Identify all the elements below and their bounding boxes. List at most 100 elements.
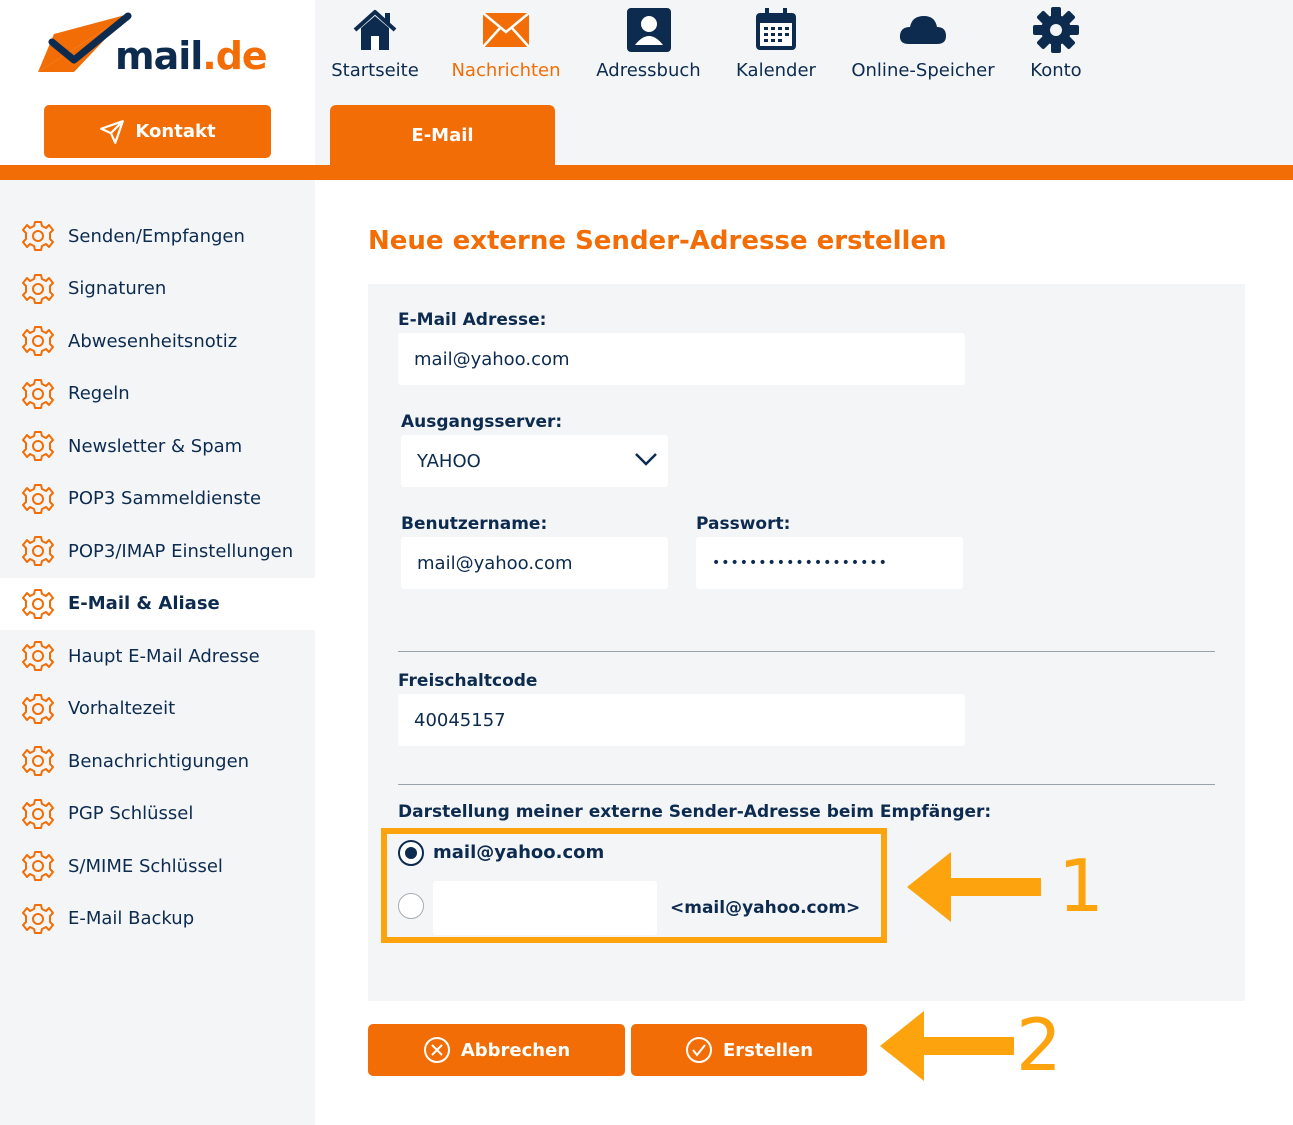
sidebar-item-label: E-Mail Backup — [68, 908, 195, 929]
nav-label: Kalender — [736, 60, 816, 81]
gear-icon — [22, 693, 54, 724]
nav-startseite[interactable]: Startseite — [331, 4, 419, 81]
contact-card-icon — [626, 8, 671, 52]
gear-icon — [22, 221, 54, 251]
cancel-button-label: Abbrechen — [460, 1039, 571, 1061]
nav-kalender[interactable]: Kalender — [735, 4, 817, 81]
tab-email-label: E-Mail — [411, 124, 474, 146]
sidebar-item-label: Regeln — [68, 383, 130, 404]
gear-icon — [22, 378, 54, 409]
nav-adressbuch[interactable]: Adressbuch — [594, 4, 703, 81]
sidebar-item-e-mail-backup[interactable]: E-Mail Backup — [0, 893, 315, 945]
logo-name: mail — [115, 34, 203, 78]
annotation-arrow-1 — [907, 852, 1041, 922]
tab-email[interactable]: E-Mail — [330, 105, 555, 167]
sidebar-item-regeln[interactable]: Regeln — [0, 368, 315, 420]
email-label: E-Mail Adresse: — [398, 310, 547, 330]
sidebar-item-label: POP3 Sammeldienste — [68, 488, 262, 509]
sidebar-item-abwesenheitsnotiz[interactable]: Abwesenheitsnotiz — [0, 315, 315, 367]
logo-area: mail.de Kontakt — [0, 0, 315, 165]
display-name-field[interactable] — [433, 881, 657, 935]
create-button[interactable]: Erstellen — [631, 1024, 867, 1076]
home-icon — [353, 10, 397, 50]
sidebar-item-label: Haupt E-Mail Adresse — [68, 645, 260, 667]
nav-konto[interactable]: Konto — [1029, 4, 1083, 81]
gear-icon — [22, 588, 54, 619]
display-option-name-suffix: <mail@yahoo.com> — [670, 898, 861, 918]
gear-icon — [22, 431, 54, 461]
sidebar-item-benachrichtigungen[interactable]: Benachrichtigungen — [0, 735, 315, 787]
nav-online-speicher[interactable]: Online-Speicher — [849, 4, 997, 81]
sidebar-item-label: Benachrichtigungen — [68, 750, 250, 772]
check-circle-icon — [685, 1037, 712, 1063]
nav-label: Nachrichten — [451, 60, 561, 81]
logo-tld: .de — [202, 34, 267, 78]
password-label: Passwort: — [696, 514, 791, 534]
display-option-address-radio[interactable] — [398, 840, 424, 866]
gear-icon — [22, 641, 54, 671]
cancel-button[interactable]: Abbrechen — [368, 1024, 625, 1076]
sidebar-item-pgp-schlüssel[interactable]: PGP Schlüssel — [0, 788, 315, 840]
calendar-icon — [756, 8, 796, 50]
password-field[interactable]: ••••••••••••••••••• — [696, 537, 963, 589]
divider — [398, 784, 1215, 785]
sidebar-item-haupt-e-mail-adresse[interactable]: Haupt E-Mail Adresse — [0, 630, 315, 682]
annotation-arrow-2 — [880, 1011, 1014, 1081]
server-select-value: YAHOO — [417, 450, 481, 472]
gear-icon — [22, 851, 54, 881]
display-option-address-label: mail@yahoo.com — [433, 842, 605, 863]
chevron-down-icon — [635, 453, 657, 466]
sidebar-item-s-mime-schlüssel[interactable]: S/MIME Schlüssel — [0, 840, 315, 892]
gear-icon — [1033, 7, 1079, 53]
nav-label: Online-Speicher — [851, 60, 995, 81]
sidebar-item-label: POP3/IMAP Einstellungen — [68, 540, 294, 562]
code-label: Freischaltcode — [398, 671, 538, 691]
gear-icon — [22, 326, 54, 356]
username-field[interactable]: mail@yahoo.com — [401, 537, 668, 589]
contact-button[interactable]: Kontakt — [44, 105, 271, 158]
sidebar-item-label: S/MIME Schlüssel — [68, 855, 223, 877]
sidebar-item-label: Abwesenheitsnotiz — [68, 330, 238, 352]
server-select[interactable]: YAHOO — [401, 435, 668, 487]
page-title: Neue externe Sender-Adresse erstellen — [368, 226, 947, 256]
nav-nachrichten[interactable]: Nachrichten — [451, 4, 561, 81]
contact-button-label: Kontakt — [135, 121, 216, 142]
gear-icon — [22, 273, 54, 304]
divider — [398, 651, 1215, 652]
activation-code-field[interactable]: 40045157 — [398, 694, 965, 746]
sidebar-item-newsletter-spam[interactable]: Newsletter & Spam — [0, 420, 315, 472]
close-circle-icon — [423, 1037, 450, 1063]
sidebar-item-pop3-imap-einstellungen[interactable]: POP3/IMAP Einstellungen — [0, 525, 315, 577]
cloud-icon — [899, 16, 946, 44]
gear-icon — [22, 746, 54, 776]
annotation-number-2: 2 — [1016, 1003, 1062, 1087]
sidebar-item-label: Newsletter & Spam — [68, 435, 243, 457]
username-label: Benutzername: — [401, 514, 548, 534]
sidebar-item-senden-empfangen[interactable]: Senden/Empfangen — [0, 210, 315, 262]
display-label: Darstellung meiner externe Sender-Adress… — [398, 802, 992, 822]
tab-bar — [0, 165, 1293, 180]
sidebar-item-label: E-Mail & Aliase — [68, 593, 220, 614]
logo-wordmark: mail.de — [115, 34, 268, 78]
gear-icon — [22, 798, 54, 829]
sidebar-item-e-mail-aliase[interactable]: E-Mail & Aliase — [0, 577, 315, 630]
sidebar-item-label: Signaturen — [68, 278, 167, 299]
sidebar-item-label: Senden/Empfangen — [68, 225, 245, 247]
annotation-number-1: 1 — [1058, 844, 1104, 928]
nav-label: Startseite — [331, 60, 419, 81]
email-field[interactable]: mail@yahoo.com — [398, 333, 965, 385]
display-option-name-radio[interactable] — [398, 893, 424, 919]
gear-icon — [22, 536, 54, 566]
create-button-label: Erstellen — [722, 1039, 814, 1061]
sidebar-item-label: Vorhaltezeit — [68, 698, 176, 719]
gear-icon — [22, 483, 54, 514]
gear-icon — [22, 903, 54, 934]
nav-label: Adressbuch — [596, 60, 701, 81]
send-icon — [100, 119, 125, 144]
server-label: Ausgangsserver: — [401, 412, 563, 432]
nav-label: Konto — [1030, 60, 1082, 81]
sidebar-item-signaturen[interactable]: Signaturen — [0, 263, 315, 315]
sidebar-item-vorhaltezeit[interactable]: Vorhaltezeit — [0, 683, 315, 735]
sidebar-item-label: PGP Schlüssel — [68, 803, 194, 824]
sidebar-item-pop3-sammeldienste[interactable]: POP3 Sammeldienste — [0, 473, 315, 525]
